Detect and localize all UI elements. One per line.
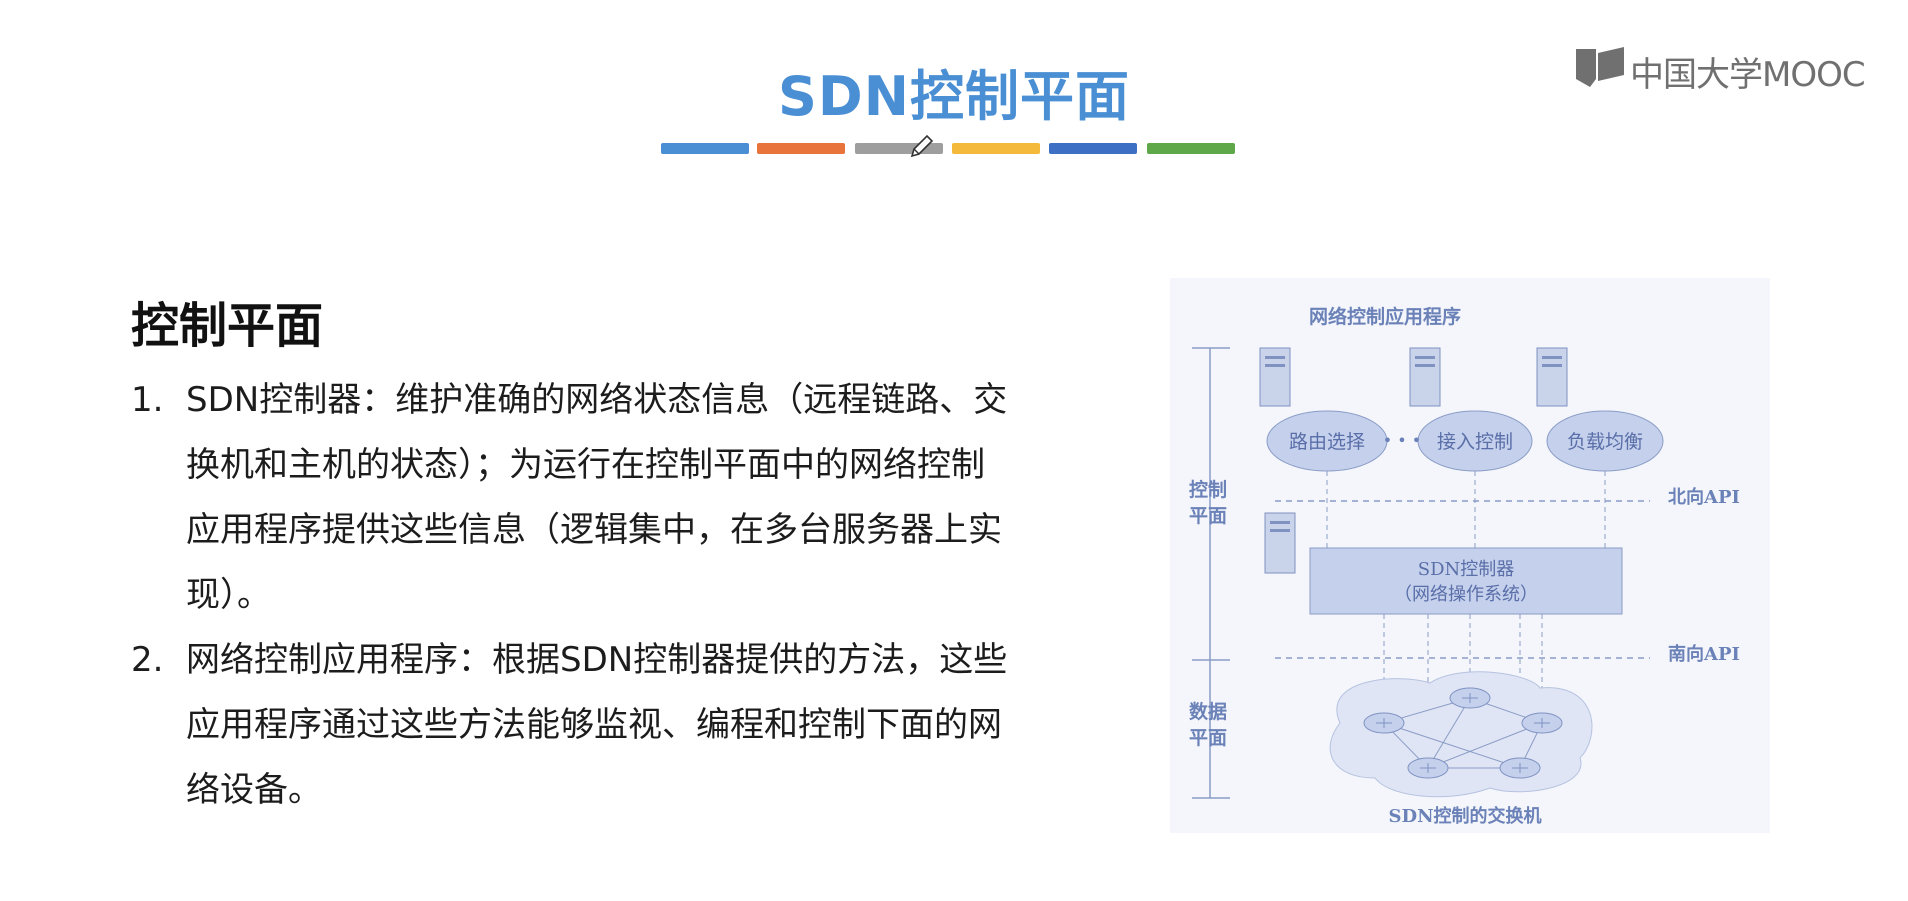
app-label: 负载均衡	[1567, 431, 1643, 453]
switch-icon	[1449, 687, 1491, 709]
switch-icon	[1521, 712, 1563, 734]
point-line: 应用程序提供这些信息（逻辑集中，在多台服务器上实	[186, 510, 1002, 550]
pencil-cursor-icon	[908, 132, 936, 160]
color-bar	[952, 143, 1040, 154]
color-bar	[1147, 143, 1235, 154]
point-item: 2. 网络控制应用程序：根据SDN控制器提供的方法，这些 应用程序通过这些方法能…	[131, 628, 1071, 823]
point-number: 1.	[131, 380, 164, 420]
point-line: 网络控制应用程序：根据SDN控制器提供的方法，这些	[186, 640, 1008, 680]
logo-text: 中国大学MOOC	[1630, 55, 1866, 95]
data-plane-label: 数据	[1189, 700, 1227, 723]
control-plane-label: 控制	[1189, 478, 1227, 501]
server-icon	[1264, 512, 1296, 574]
southbound-api-label: 南向API	[1668, 643, 1740, 665]
app-label: 接入控制	[1437, 431, 1513, 453]
controller-label: SDN控制器	[1418, 559, 1515, 580]
ellipsis-dots: • • •	[1383, 431, 1421, 450]
control-plane-label: 平面	[1189, 505, 1227, 527]
section-heading: 控制平面	[131, 298, 324, 354]
server-icon	[1536, 347, 1568, 407]
data-plane-label: 平面	[1189, 727, 1227, 749]
switches-label: SDN控制的交换机	[1388, 805, 1541, 827]
point-line: 络设备。	[186, 770, 322, 810]
point-line: 换机和主机的状态）；为运行在控制平面中的网络控制	[186, 445, 985, 485]
sdn-architecture-diagram: 网络控制应用程序 控制 平面 数据 平面 路由选择 接入控制 负载均衡 • • …	[1170, 278, 1770, 833]
point-line: 应用程序通过这些方法能够监视、编程和控制下面的网	[186, 705, 1002, 745]
server-icon	[1259, 347, 1291, 407]
switch-icon	[1499, 757, 1541, 779]
switch-icon	[1407, 757, 1449, 779]
color-bar	[661, 143, 749, 154]
diagram-svg: 网络控制应用程序 控制 平面 数据 平面 路由选择 接入控制 负载均衡 • • …	[1170, 278, 1770, 833]
top-label: 网络控制应用程序	[1309, 305, 1461, 328]
color-bar	[1049, 143, 1137, 154]
northbound-api-label: 北向API	[1668, 486, 1740, 508]
app-label: 路由选择	[1289, 431, 1365, 453]
point-line: 现）。	[186, 575, 271, 615]
point-item: 1. SDN控制器：维护准确的网络状态信息（远程链路、交 换机和主机的状态）；为…	[131, 368, 1071, 628]
point-line: SDN控制器：维护准确的网络状态信息（远程链路、交	[186, 380, 1008, 420]
point-list: 1. SDN控制器：维护准确的网络状态信息（远程链路、交 换机和主机的状态）；为…	[131, 368, 1071, 823]
server-icon	[1409, 347, 1441, 407]
point-number: 2.	[131, 640, 164, 680]
controller-label: （网络操作系统）	[1394, 584, 1538, 605]
mooc-book-icon	[1576, 47, 1624, 87]
switch-icon	[1363, 712, 1405, 734]
color-bar	[757, 143, 845, 154]
